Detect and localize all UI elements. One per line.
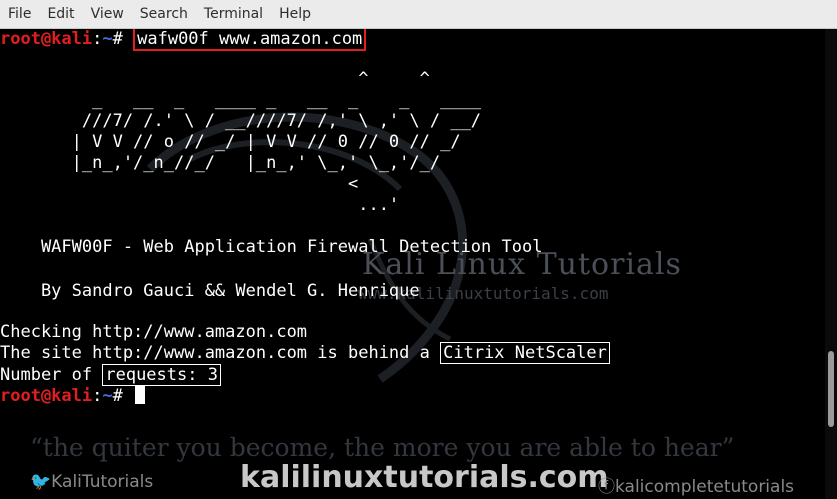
banner-art-3: | V V // o // _/ | V V // 0 // 0 // _/ <box>0 132 461 152</box>
banner-art-2: ///7/ /.' \ / __////7/ /,' \ ,' \ / __/ <box>0 111 482 131</box>
banner-art-1: _ __ _ ____ _ __ _ _ ____ <box>0 90 482 110</box>
facebook-icon: ⓕ <box>598 477 615 497</box>
command-text: wafw00f www.amazon.com <box>133 29 367 51</box>
prompt-sep: : <box>92 386 103 406</box>
scrollbar[interactable] <box>825 29 837 499</box>
watermark-quote: “the quiter you become, the more you are… <box>30 433 735 462</box>
banner-art-5: < <box>0 174 359 194</box>
prompt-symbol: # <box>112 386 123 406</box>
menu-help[interactable]: Help <box>271 0 319 28</box>
prompt-user: root@kali <box>0 29 93 49</box>
menu-file[interactable]: File <box>0 0 39 28</box>
requests-prefix: Number of <box>0 365 103 385</box>
prompt-user: root@kali <box>0 386 93 406</box>
banner-author: By Sandro Gauci && Wendel G. Henrique <box>0 281 420 301</box>
output-requests: Number of requests: 3 <box>0 364 221 386</box>
menu-view[interactable]: View <box>83 0 132 28</box>
banner-art-4: |_n_,'/_n_//_/ |_n_,' \_,' \_,'/_/ <box>0 153 441 173</box>
prompt-line-command: root@kali:~# wafw00f www.amazon.com <box>0 29 367 51</box>
behind-prefix: The site http://www.amazon.com is behind… <box>0 343 441 363</box>
twitter-icon: 🐦 <box>30 472 52 492</box>
output-behind: The site http://www.amazon.com is behind… <box>0 342 610 364</box>
menu-search[interactable]: Search <box>132 0 196 28</box>
prompt-path: ~ <box>102 29 113 49</box>
twitter-label: KaliTutorials <box>51 472 154 492</box>
terminal-area[interactable]: Kali Linux Tutorials www.kalilinuxtutori… <box>0 29 825 499</box>
banner-title: WAFW00F - Web Application Firewall Detec… <box>0 237 543 257</box>
prompt-path: ~ <box>102 386 113 406</box>
watermark-site: kalilinuxtutorials.com <box>240 460 609 495</box>
prompt-line-current: root@kali:~# <box>0 386 146 407</box>
banner-art-6: ...' <box>0 195 400 215</box>
facebook-label: kalicompletetutorials <box>615 477 795 497</box>
menu-terminal[interactable]: Terminal <box>196 0 271 28</box>
twitter-handle: 🐦KaliTutorials <box>30 472 153 492</box>
requests-count: requests: 3 <box>102 364 221 386</box>
output-checking: Checking http://www.amazon.com <box>0 322 308 342</box>
prompt-sep: : <box>92 29 103 49</box>
text-cursor <box>135 386 146 404</box>
facebook-handle: ⓕkalicompletetutorials <box>598 472 794 497</box>
prompt-symbol: # <box>112 29 123 49</box>
menu-bar: File Edit View Search Terminal Help <box>0 0 837 29</box>
menu-edit[interactable]: Edit <box>39 0 82 28</box>
scroll-thumb[interactable] <box>828 351 834 427</box>
banner-art-0: ^ ^ <box>0 69 430 89</box>
waf-name: Citrix NetScaler <box>440 342 610 364</box>
